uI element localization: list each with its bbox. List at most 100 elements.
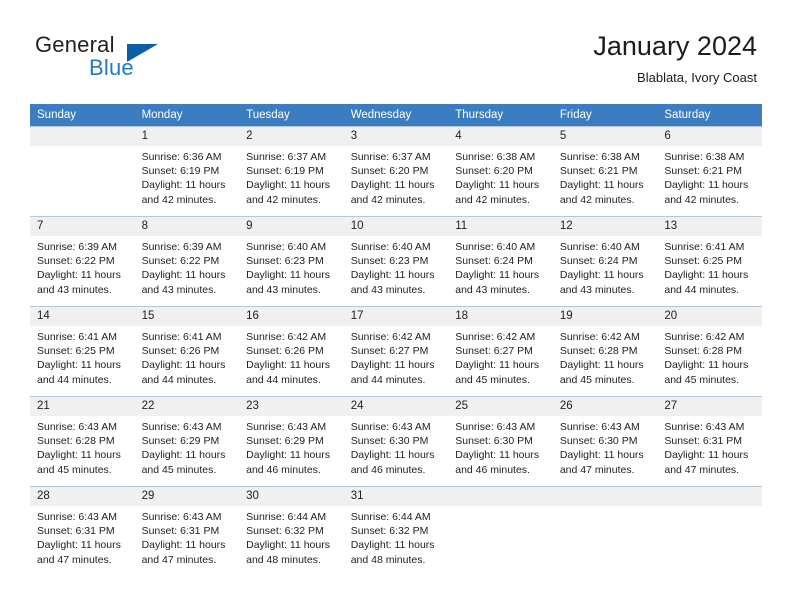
sunset-text: Sunset: 6:28 PM xyxy=(37,435,115,448)
calendar-day-cell[interactable]: 30 Sunrise: 6:44 AM Sunset: 6:32 PM Dayligh… xyxy=(239,486,344,576)
daylight-text-line2: and 45 minutes. xyxy=(37,463,112,476)
daylight-text-line2: and 44 minutes. xyxy=(141,373,217,386)
calendar-day-cell[interactable]: 11 Sunrise: 6:40 AM Sunset: 6:24 PM Dayligh… xyxy=(448,216,553,306)
calendar-day-cell[interactable]: 22 Sunrise: 6:43 AM Sunset: 6:29 PM Dayligh… xyxy=(134,396,240,486)
day-number: 28 xyxy=(30,487,135,506)
calendar-day-cell[interactable]: 31 Sunrise: 6:44 AM Sunset: 6:32 PM Dayligh… xyxy=(343,486,449,576)
calendar-day-cell[interactable] xyxy=(30,126,135,216)
daylight-text-line1: Daylight: 11 hours xyxy=(664,269,749,282)
calendar-day-cell[interactable]: 14 Sunrise: 6:41 AM Sunset: 6:25 PM Dayligh… xyxy=(30,306,135,396)
page-title: January 2024 xyxy=(593,31,757,61)
daylight-text-line1: Daylight: 11 hours xyxy=(664,449,749,462)
calendar-day-cell[interactable]: 25 Sunrise: 6:43 AM Sunset: 6:30 PM Dayligh… xyxy=(448,396,553,486)
sunset-text: Sunset: 6:23 PM xyxy=(246,255,324,268)
daylight-text-line2: and 46 minutes. xyxy=(455,463,530,476)
sunset-text: Sunset: 6:19 PM xyxy=(246,165,324,178)
calendar-day-cell[interactable]: 6 Sunrise: 6:38 AM Sunset: 6:21 PM Daylight… xyxy=(657,126,762,216)
calendar-day-cell[interactable]: 2 Sunrise: 6:37 AM Sunset: 6:19 PM Daylight… xyxy=(239,126,344,216)
sunset-text: Sunset: 6:20 PM xyxy=(455,165,533,178)
sunset-text: Sunset: 6:22 PM xyxy=(141,255,220,268)
sunset-text: Sunset: 6:24 PM xyxy=(559,255,638,268)
sunset-text: Sunset: 6:29 PM xyxy=(246,435,324,448)
daylight-text-line2: and 44 minutes. xyxy=(37,373,112,386)
daylight-text-line1: Daylight: 11 hours xyxy=(141,449,226,462)
calendar-day-cell[interactable]: 24 Sunrise: 6:43 AM Sunset: 6:30 PM Dayligh… xyxy=(343,396,449,486)
calendar-day-cell[interactable]: 1 Sunrise: 6:36 AM Sunset: 6:19 PM Daylight… xyxy=(134,126,240,216)
calendar-day-cell[interactable]: 9 Sunrise: 6:40 AM Sunset: 6:23 PM Daylight… xyxy=(239,216,344,306)
sunset-text: Sunset: 6:31 PM xyxy=(141,525,220,538)
day-number xyxy=(448,487,553,506)
day-number: 22 xyxy=(134,397,240,416)
day-number: 17 xyxy=(343,307,449,326)
sunrise-text: Sunrise: 6:44 AM xyxy=(350,511,431,523)
daylight-text-line1: Daylight: 11 hours xyxy=(664,179,749,192)
sunset-text: Sunset: 6:26 PM xyxy=(246,345,324,358)
calendar-day-cell[interactable]: 29 Sunrise: 6:43 AM Sunset: 6:31 PM Dayligh… xyxy=(134,486,240,576)
daylight-text-line1: Daylight: 11 hours xyxy=(350,449,435,462)
daylight-text-line1: Daylight: 11 hours xyxy=(350,269,435,282)
daylight-text-line1: Daylight: 11 hours xyxy=(141,269,226,282)
calendar-day-cell[interactable]: 21 Sunrise: 6:43 AM Sunset: 6:28 PM Dayligh… xyxy=(30,396,135,486)
page-header: General Blue January 2024 Blablata, Ivor… xyxy=(0,0,792,103)
calendar-day-cell[interactable] xyxy=(552,486,658,576)
daylight-text-line1: Daylight: 11 hours xyxy=(455,449,540,462)
calendar-day-cell[interactable] xyxy=(657,486,762,576)
calendar-day-cell[interactable]: 8 Sunrise: 6:39 AM Sunset: 6:22 PM Daylight… xyxy=(134,216,240,306)
calendar-day-cell[interactable]: 10 Sunrise: 6:40 AM Sunset: 6:23 PM Dayligh… xyxy=(343,216,449,306)
sunrise-text: Sunrise: 6:42 AM xyxy=(559,331,640,343)
calendar-day-cell[interactable]: 7 Sunrise: 6:39 AM Sunset: 6:22 PM Daylight… xyxy=(30,216,135,306)
sunrise-text: Sunrise: 6:37 AM xyxy=(350,151,431,163)
sunset-text: Sunset: 6:30 PM xyxy=(350,435,429,448)
daylight-text-line2: and 42 minutes. xyxy=(350,193,426,206)
calendar-day-cell[interactable]: 4 Sunrise: 6:38 AM Sunset: 6:20 PM Daylight… xyxy=(448,126,553,216)
daylight-text-line2: and 42 minutes. xyxy=(455,193,530,206)
day-number: 27 xyxy=(657,397,762,416)
calendar-day-cell[interactable]: 26 Sunrise: 6:43 AM Sunset: 6:30 PM Dayligh… xyxy=(552,396,658,486)
calendar-day-cell[interactable]: 15 Sunrise: 6:41 AM Sunset: 6:26 PM Dayligh… xyxy=(134,306,240,396)
general-blue-logo[interactable]: General Blue xyxy=(35,32,215,88)
calendar-day-cell[interactable]: 27 Sunrise: 6:43 AM Sunset: 6:31 PM Dayligh… xyxy=(657,396,762,486)
calendar-day-cell[interactable]: 3 Sunrise: 6:37 AM Sunset: 6:20 PM Daylight… xyxy=(343,126,449,216)
sunset-text: Sunset: 6:25 PM xyxy=(37,345,115,358)
sunrise-text: Sunrise: 6:43 AM xyxy=(246,421,327,433)
calendar-body: 1 Sunrise: 6:36 AM Sunset: 6:19 PM Daylight… xyxy=(30,126,762,576)
sunset-text: Sunset: 6:30 PM xyxy=(455,435,533,448)
day-number: 29 xyxy=(134,487,240,506)
calendar-day-cell[interactable]: 12 Sunrise: 6:40 AM Sunset: 6:24 PM Dayligh… xyxy=(552,216,658,306)
calendar-day-cell[interactable]: 17 Sunrise: 6:42 AM Sunset: 6:27 PM Dayligh… xyxy=(343,306,449,396)
sunrise-text: Sunrise: 6:43 AM xyxy=(37,511,117,523)
daylight-text-line1: Daylight: 11 hours xyxy=(246,359,330,372)
calendar-day-cell[interactable]: 16 Sunrise: 6:42 AM Sunset: 6:26 PM Dayligh… xyxy=(239,306,344,396)
day-number: 6 xyxy=(657,127,762,146)
sunrise-text: Sunrise: 6:43 AM xyxy=(455,421,536,433)
calendar-day-cell[interactable]: 20 Sunrise: 6:42 AM Sunset: 6:28 PM Dayligh… xyxy=(657,306,762,396)
calendar-day-cell[interactable]: 5 Sunrise: 6:38 AM Sunset: 6:21 PM Daylight… xyxy=(552,126,658,216)
day-number: 31 xyxy=(343,487,449,506)
calendar-day-cell[interactable]: 28 Sunrise: 6:43 AM Sunset: 6:31 PM Dayligh… xyxy=(30,486,135,576)
daylight-text-line1: Daylight: 11 hours xyxy=(37,269,121,282)
daylight-text-line1: Daylight: 11 hours xyxy=(455,359,540,372)
day-number xyxy=(552,487,658,506)
sunrise-text: Sunrise: 6:43 AM xyxy=(37,421,117,433)
logo-text-blue: Blue xyxy=(89,55,134,80)
day-number: 24 xyxy=(343,397,449,416)
calendar-day-cell[interactable] xyxy=(448,486,553,576)
calendar-day-cell[interactable]: 19 Sunrise: 6:42 AM Sunset: 6:28 PM Dayligh… xyxy=(552,306,658,396)
daylight-text-line2: and 48 minutes. xyxy=(246,553,321,566)
calendar-day-cell[interactable]: 23 Sunrise: 6:43 AM Sunset: 6:29 PM Dayligh… xyxy=(239,396,344,486)
daylight-text-line1: Daylight: 11 hours xyxy=(559,179,644,192)
sunset-text: Sunset: 6:27 PM xyxy=(350,345,429,358)
daylight-text-line2: and 45 minutes. xyxy=(141,463,217,476)
daylight-text-line1: Daylight: 11 hours xyxy=(246,449,330,462)
sunset-text: Sunset: 6:21 PM xyxy=(664,165,743,178)
daylight-text-line1: Daylight: 11 hours xyxy=(559,359,644,372)
day-number: 16 xyxy=(239,307,344,326)
calendar-day-cell[interactable]: 13 Sunrise: 6:41 AM Sunset: 6:25 PM Dayligh… xyxy=(657,216,762,306)
sunset-text: Sunset: 6:31 PM xyxy=(664,435,743,448)
day-number: 1 xyxy=(134,127,240,146)
day-number: 26 xyxy=(552,397,658,416)
day-number xyxy=(657,487,762,506)
calendar-day-cell[interactable]: 18 Sunrise: 6:42 AM Sunset: 6:27 PM Dayligh… xyxy=(448,306,553,396)
calendar-week-row: 7 Sunrise: 6:39 AM Sunset: 6:22 PM Daylight… xyxy=(30,216,762,306)
sunrise-text: Sunrise: 6:42 AM xyxy=(350,331,431,343)
